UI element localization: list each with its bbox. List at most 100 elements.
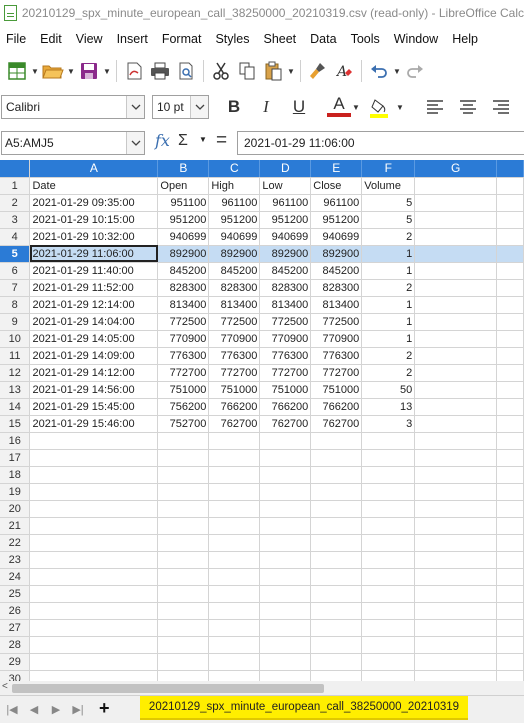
row-header[interactable]: 1 — [0, 177, 31, 195]
table-cell[interactable] — [310, 432, 363, 450]
undo-dropdown-arrow[interactable]: ▼ — [392, 58, 402, 84]
row-header[interactable]: 3 — [0, 211, 31, 229]
table-cell[interactable]: 776300 — [310, 347, 363, 365]
save-icon[interactable] — [76, 58, 102, 84]
table-cell[interactable]: 772500 — [310, 313, 363, 331]
first-sheet-icon[interactable]: |◀ — [5, 701, 19, 717]
table-cell[interactable]: 772700 — [259, 364, 312, 382]
row-header[interactable]: 17 — [0, 449, 31, 467]
row-header[interactable]: 27 — [0, 619, 31, 637]
menu-insert[interactable]: Insert — [117, 32, 148, 46]
table-cell[interactable]: 940699 — [310, 228, 363, 246]
function-wizard-icon[interactable]: fx — [155, 131, 170, 150]
table-cell[interactable] — [414, 330, 498, 348]
table-cell[interactable]: 892900 — [310, 245, 363, 263]
align-center-icon[interactable] — [456, 95, 480, 119]
undo-icon[interactable] — [366, 58, 392, 84]
table-cell[interactable]: 2 — [361, 228, 416, 246]
table-cell[interactable]: 828300 — [208, 279, 261, 297]
row-header[interactable]: 26 — [0, 602, 31, 620]
formula-equals-icon[interactable]: = — [216, 130, 227, 152]
table-cell[interactable] — [414, 534, 498, 552]
table-cell[interactable] — [208, 585, 261, 603]
italic-button[interactable]: I — [254, 95, 278, 119]
table-cell[interactable] — [157, 500, 210, 518]
new-dropdown-arrow[interactable]: ▼ — [30, 58, 40, 84]
table-cell[interactable] — [157, 585, 210, 603]
name-box[interactable]: A5:AMJ5 — [1, 131, 145, 155]
column-header-c[interactable]: C — [208, 160, 261, 178]
export-pdf-icon[interactable] — [121, 58, 147, 84]
sheet-tab[interactable]: 20210129_spx_minute_european_call_382500… — [140, 696, 468, 720]
menu-edit[interactable]: Edit — [40, 32, 62, 46]
table-cell[interactable]: 2 — [361, 347, 416, 365]
table-cell[interactable] — [414, 619, 498, 637]
table-cell[interactable] — [496, 483, 524, 501]
table-cell[interactable]: 2021-01-29 15:46:00 — [29, 415, 159, 433]
table-cell[interactable] — [414, 483, 498, 501]
table-cell[interactable] — [208, 432, 261, 450]
table-cell[interactable] — [496, 534, 524, 552]
copy-icon[interactable] — [234, 58, 260, 84]
table-cell[interactable] — [361, 568, 416, 586]
table-cell[interactable]: 772500 — [208, 313, 261, 331]
table-cell[interactable] — [259, 500, 312, 518]
table-cell[interactable] — [259, 568, 312, 586]
table-cell[interactable]: Volume — [361, 177, 416, 195]
table-cell[interactable] — [29, 585, 159, 603]
column-header-e[interactable]: E — [310, 160, 363, 178]
table-cell[interactable] — [157, 551, 210, 569]
table-cell[interactable] — [414, 279, 498, 297]
table-cell[interactable]: 13 — [361, 398, 416, 416]
table-cell[interactable]: 752700 — [157, 415, 210, 433]
open-dropdown-arrow[interactable]: ▼ — [66, 58, 76, 84]
row-header[interactable]: 30 — [0, 670, 31, 681]
previous-sheet-icon[interactable]: ◀ — [27, 701, 41, 717]
table-cell[interactable] — [157, 568, 210, 586]
row-header[interactable]: 25 — [0, 585, 31, 603]
table-cell[interactable] — [259, 466, 312, 484]
column-header-next[interactable] — [496, 160, 524, 178]
table-cell[interactable] — [361, 670, 416, 681]
table-cell[interactable] — [157, 483, 210, 501]
table-cell[interactable]: 845200 — [157, 262, 210, 280]
column-header-d[interactable]: D — [259, 160, 312, 178]
chevron-down-icon[interactable] — [126, 132, 144, 154]
bold-button[interactable]: B — [222, 95, 246, 119]
table-cell[interactable] — [414, 177, 498, 195]
table-cell[interactable] — [208, 619, 261, 637]
table-cell[interactable]: Close — [310, 177, 363, 195]
table-cell[interactable] — [414, 415, 498, 433]
table-cell[interactable] — [496, 500, 524, 518]
table-cell[interactable]: 770900 — [157, 330, 210, 348]
table-cell[interactable]: 828300 — [259, 279, 312, 297]
print-preview-icon[interactable] — [173, 58, 199, 84]
table-cell[interactable]: 2021-01-29 14:56:00 — [29, 381, 159, 399]
table-cell[interactable] — [157, 636, 210, 654]
table-cell[interactable] — [208, 602, 261, 620]
font-color-button[interactable]: A — [327, 94, 351, 117]
table-cell[interactable]: 892900 — [157, 245, 210, 263]
table-cell[interactable] — [310, 619, 363, 637]
table-cell[interactable] — [29, 653, 159, 671]
table-cell[interactable] — [414, 500, 498, 518]
table-cell[interactable] — [208, 500, 261, 518]
table-cell[interactable] — [496, 619, 524, 637]
column-header-b[interactable]: B — [157, 160, 210, 178]
table-cell[interactable] — [310, 551, 363, 569]
row-header[interactable]: 7 — [0, 279, 31, 297]
table-cell[interactable] — [496, 211, 524, 229]
table-cell[interactable]: 2021-01-29 14:05:00 — [29, 330, 159, 348]
table-cell[interactable] — [496, 551, 524, 569]
table-cell[interactable] — [259, 636, 312, 654]
row-header[interactable]: 18 — [0, 466, 31, 484]
font-color-dropdown-arrow[interactable]: ▼ — [350, 95, 362, 119]
table-cell[interactable]: 2021-01-29 10:32:00 — [29, 228, 159, 246]
table-cell[interactable]: 1 — [361, 330, 416, 348]
table-cell[interactable] — [259, 432, 312, 450]
table-cell[interactable] — [208, 466, 261, 484]
table-cell[interactable] — [208, 534, 261, 552]
table-cell[interactable] — [414, 211, 498, 229]
table-cell[interactable]: 2 — [361, 279, 416, 297]
table-cell[interactable]: 772500 — [157, 313, 210, 331]
